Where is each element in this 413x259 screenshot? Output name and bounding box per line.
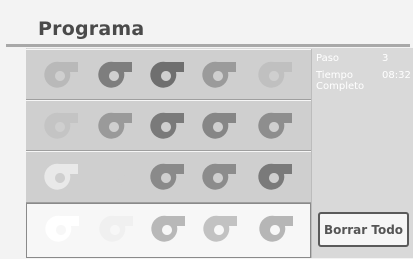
title-bar: Programa	[6, 14, 410, 47]
fan-step-icon[interactable]	[94, 158, 134, 196]
fan-step-icon[interactable]	[40, 107, 80, 145]
step-value: 3	[382, 53, 389, 64]
fan-step-icon[interactable]	[198, 107, 238, 145]
fan-step-icon[interactable]	[95, 210, 135, 248]
fan-step-icon[interactable]	[147, 210, 187, 248]
step-grid	[26, 49, 311, 258]
total-time-label-line1: Tiempo	[316, 70, 353, 81]
fan-step-icon[interactable]	[94, 107, 134, 145]
fan-step-icon[interactable]	[94, 56, 134, 94]
fan-step-icon[interactable]	[146, 107, 186, 145]
page-title: Programa	[38, 18, 145, 40]
fan-step-icon[interactable]	[254, 107, 294, 145]
step-row[interactable]	[26, 151, 311, 203]
step-row[interactable]	[26, 100, 311, 151]
total-time-value: 08:32	[382, 70, 411, 81]
fan-step-icon[interactable]	[40, 56, 80, 94]
fan-step-icon[interactable]	[254, 56, 294, 94]
step-row[interactable]	[26, 203, 311, 258]
fan-step-icon[interactable]	[40, 158, 80, 196]
fan-step-icon[interactable]	[254, 158, 294, 196]
step-label: Paso	[316, 53, 340, 64]
step-row[interactable]	[26, 49, 311, 100]
clear-all-button[interactable]: Borrar Todo	[318, 212, 409, 247]
program-screen: Programa Paso 3 Tiempo Completo 08:32 Bo…	[0, 0, 413, 259]
fan-step-icon[interactable]	[198, 56, 238, 94]
fan-step-icon[interactable]	[199, 210, 239, 248]
total-time-label-line2: Completo	[316, 81, 365, 92]
fan-step-icon[interactable]	[146, 158, 186, 196]
fan-step-icon[interactable]	[255, 210, 295, 248]
fan-step-icon[interactable]	[198, 158, 238, 196]
fan-step-icon[interactable]	[146, 56, 186, 94]
fan-step-icon[interactable]	[41, 210, 81, 248]
